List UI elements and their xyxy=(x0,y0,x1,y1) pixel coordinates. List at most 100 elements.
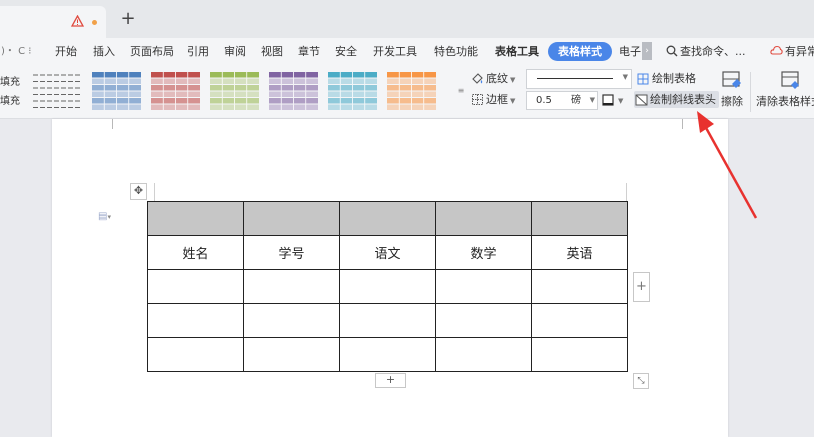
table-cell[interactable] xyxy=(339,303,436,338)
undo-redo-controls[interactable]: )・ C ⁝ xyxy=(1,38,31,66)
table-style-swatch[interactable] xyxy=(30,69,85,113)
tab-table-tools[interactable]: 表格工具 xyxy=(495,38,539,66)
tab-insert[interactable]: 插入 xyxy=(93,38,115,66)
shading-icon xyxy=(472,73,483,84)
tab-references[interactable]: 引用 xyxy=(187,38,209,66)
add-column-button[interactable]: + xyxy=(633,272,650,302)
margin-corner-mark xyxy=(112,119,113,129)
command-search[interactable]: 查找命令、... xyxy=(666,38,746,66)
table-cell[interactable] xyxy=(243,303,340,338)
ribbon-separator xyxy=(750,72,751,112)
draw-table-label: 绘制表格 xyxy=(652,72,696,85)
table-cell[interactable] xyxy=(435,201,532,236)
line-color-icon xyxy=(602,94,614,106)
table-cell[interactable] xyxy=(531,269,628,304)
erase-button[interactable]: 擦除 xyxy=(720,70,744,109)
clear-table-style-button[interactable]: 清除表格样式 xyxy=(756,70,814,109)
new-tab-button[interactable]: + xyxy=(120,10,136,28)
table-style-swatch[interactable] xyxy=(325,69,380,113)
table-cell[interactable] xyxy=(531,303,628,338)
shading-button[interactable]: 底纹 ▼ xyxy=(471,70,515,87)
chevron-down-icon: ▼ xyxy=(510,76,516,84)
line-width-unit: 磅 xyxy=(571,95,581,106)
table-cell[interactable]: 英语 xyxy=(531,235,628,270)
header-row-fill-option[interactable]: 填充 xyxy=(0,73,20,88)
table-cell[interactable] xyxy=(531,201,628,236)
line-style-select[interactable]: ▼ xyxy=(526,69,632,89)
unsaved-indicator xyxy=(92,20,97,25)
search-icon xyxy=(666,45,678,57)
shading-label: 底纹 xyxy=(486,72,508,85)
table-row xyxy=(147,337,628,372)
line-width-select[interactable]: 0.5 磅 ▼ xyxy=(526,91,598,110)
tab-review[interactable]: 审阅 xyxy=(224,38,246,66)
tab-spreadsheet[interactable]: 电子 xyxy=(619,38,641,66)
paragraph-mark-icon[interactable]: ▤▾ xyxy=(98,211,116,223)
more-tabs-button[interactable]: › xyxy=(642,42,652,60)
tab-home[interactable]: 开始 xyxy=(55,38,77,66)
chevron-down-icon: ▼ xyxy=(622,73,628,81)
warning-icon xyxy=(71,15,84,27)
table-cell[interactable]: 数学 xyxy=(435,235,532,270)
table-resize-handle[interactable]: ⤡ xyxy=(633,373,649,389)
table-top-guide xyxy=(626,183,627,201)
table-cell[interactable] xyxy=(243,201,340,236)
document-tab[interactable] xyxy=(0,6,106,38)
clear-style-icon xyxy=(781,71,799,89)
table-style-swatch[interactable] xyxy=(266,69,321,113)
table-top-guide xyxy=(154,183,155,201)
chevron-down-icon: ▼ xyxy=(618,97,624,105)
tab-table-style[interactable]: 表格样式 xyxy=(548,42,612,61)
cloud-warning-icon xyxy=(770,45,783,55)
table-cell[interactable] xyxy=(147,201,244,236)
tab-chapter[interactable]: 章节 xyxy=(298,38,320,66)
document-table[interactable]: 姓名 学号 语文 数学 英语 xyxy=(147,201,628,372)
tab-page-layout[interactable]: 页面布局 xyxy=(130,38,174,66)
table-cell[interactable]: 学号 xyxy=(243,235,340,270)
table-styles-gallery xyxy=(30,69,454,113)
table-style-swatch[interactable] xyxy=(148,69,203,113)
table-cell[interactable]: 语文 xyxy=(339,235,436,270)
table-cell[interactable] xyxy=(339,201,436,236)
draw-diagonal-header-button[interactable]: 绘制斜线表头 xyxy=(634,91,719,108)
table-cell[interactable] xyxy=(435,303,532,338)
table-cell[interactable] xyxy=(147,303,244,338)
table-header-row: 姓名 学号 语文 数学 英语 xyxy=(147,235,628,270)
table-cell[interactable] xyxy=(435,269,532,304)
table-cell[interactable] xyxy=(147,269,244,304)
table-style-swatch[interactable] xyxy=(384,69,439,113)
table-move-handle[interactable]: ✥ xyxy=(130,183,147,200)
add-row-button[interactable]: + xyxy=(375,373,406,388)
line-style-preview xyxy=(537,78,613,79)
sync-status-label: 有异常 xyxy=(785,45,814,58)
draw-diagonal-header-label: 绘制斜线表头 xyxy=(650,93,716,106)
table-cell[interactable] xyxy=(147,337,244,372)
clear-table-style-label: 清除表格样式 xyxy=(756,95,814,108)
border-icon xyxy=(472,94,483,105)
table-cell[interactable] xyxy=(243,269,340,304)
table-cell[interactable] xyxy=(435,337,532,372)
tab-security[interactable]: 安全 xyxy=(335,38,357,66)
table-cell[interactable] xyxy=(243,337,340,372)
table-cell[interactable] xyxy=(339,269,436,304)
tab-bar: + xyxy=(0,0,814,39)
tab-developer[interactable]: 开发工具 xyxy=(373,38,417,66)
sync-status[interactable]: 有异常 xyxy=(770,38,814,66)
tab-view[interactable]: 视图 xyxy=(261,38,283,66)
table-style-swatch[interactable] xyxy=(207,69,262,113)
tab-features[interactable]: 特色功能 xyxy=(434,38,478,66)
command-search-label: 查找命令、... xyxy=(680,45,746,58)
line-color-button[interactable]: ▼ xyxy=(602,91,623,108)
table-cell[interactable] xyxy=(339,337,436,372)
table-style-swatch[interactable] xyxy=(89,69,144,113)
table-cell[interactable]: 姓名 xyxy=(147,235,244,270)
gallery-expand-button[interactable]: ≡ xyxy=(456,72,466,110)
chevron-down-icon: ▼ xyxy=(510,97,516,105)
draw-table-button[interactable]: 绘制表格 xyxy=(637,70,696,87)
table-row xyxy=(147,269,628,304)
border-label: 边框 xyxy=(486,93,508,106)
table-cell[interactable] xyxy=(531,337,628,372)
eraser-icon xyxy=(722,71,741,88)
border-button[interactable]: 边框 ▼ xyxy=(471,91,515,108)
first-column-fill-option[interactable]: 填充 xyxy=(0,92,20,107)
